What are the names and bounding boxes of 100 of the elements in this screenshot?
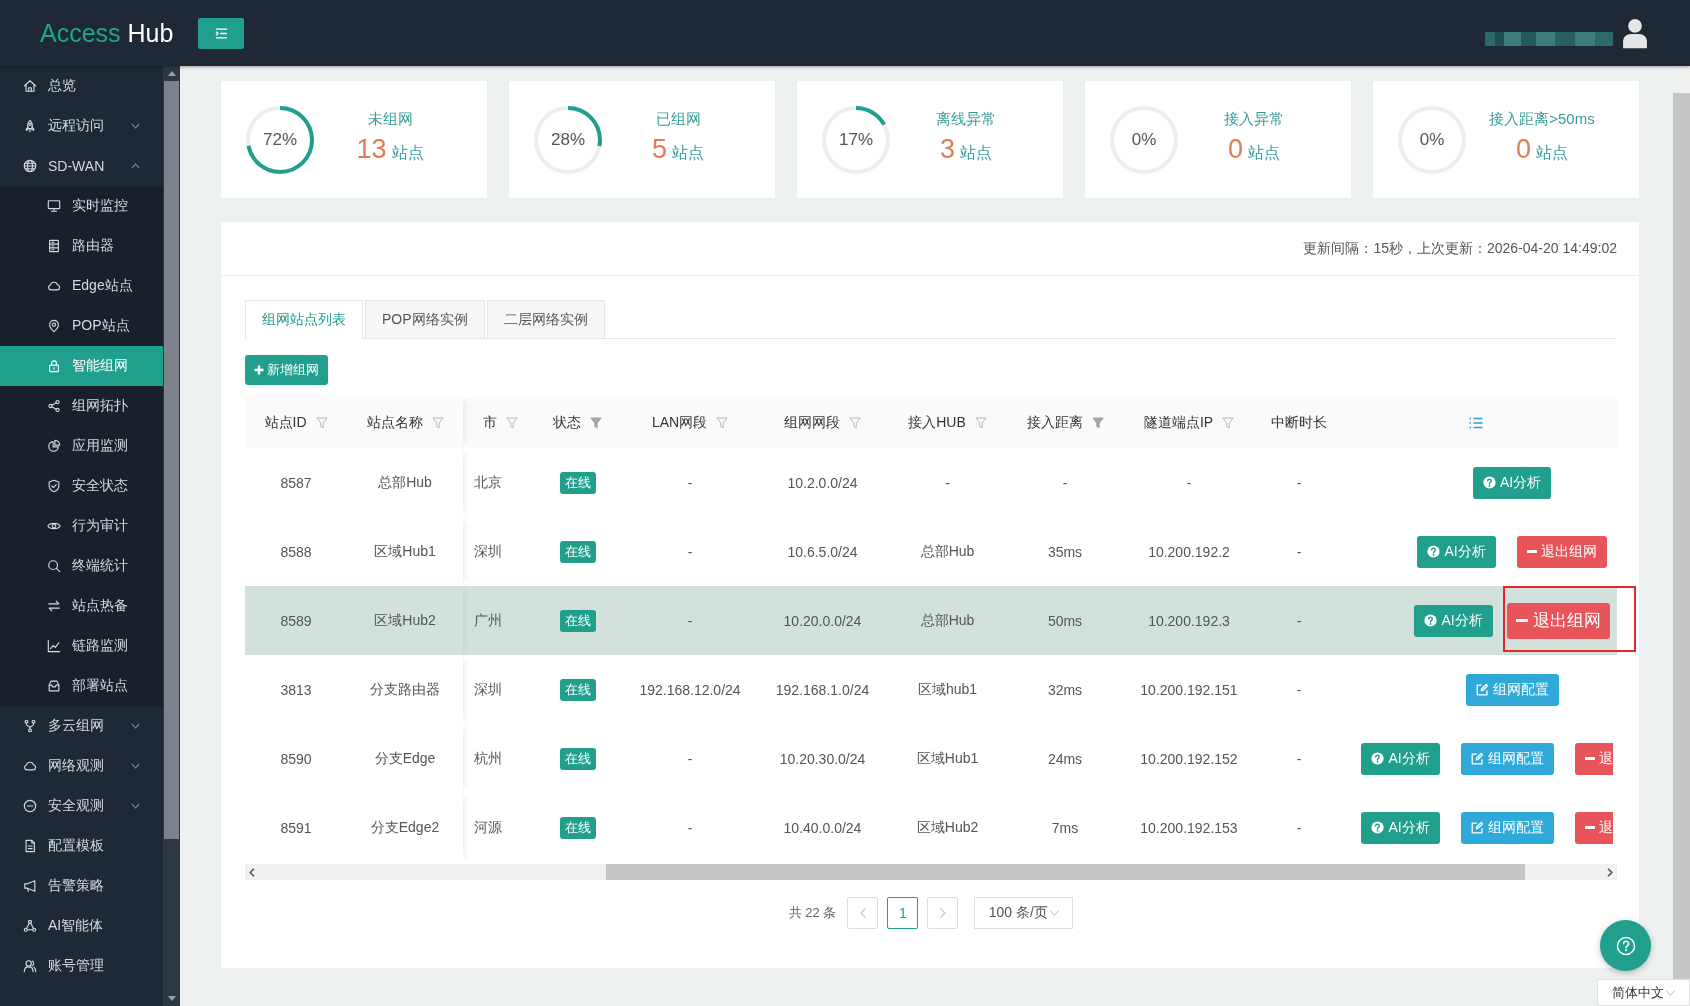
column-header: 组网网段 (784, 413, 840, 432)
list-icon[interactable] (1469, 416, 1483, 429)
stat-label: 接入距离>50ms (1489, 109, 1595, 129)
table-cell-text: 河源 (473, 817, 503, 837)
sidebar-item[interactable]: 远程访问 (0, 106, 163, 146)
globe-icon (23, 159, 37, 173)
chevron-down-icon[interactable] (131, 123, 140, 129)
sidebar-item[interactable]: 行为审计 (0, 506, 163, 546)
table-cell: 分支Edge2 (347, 793, 463, 862)
sidebar-item[interactable]: 组网拓扑 (0, 386, 163, 426)
column-header: 接入HUB (908, 413, 966, 432)
table-cell-text: 8588 (279, 542, 313, 562)
table-cell-text: 10.2.0.0/24 (786, 473, 859, 493)
chevron-down-icon[interactable] (131, 723, 140, 729)
help-button[interactable] (1600, 920, 1651, 971)
sidebar-item[interactable]: 安全观测 (0, 786, 163, 826)
sidebar-item[interactable]: 部署站点 (0, 666, 163, 706)
sidebar-scrollbar[interactable] (163, 66, 180, 1006)
caret-up-icon[interactable] (167, 71, 176, 76)
table-cell: 区域Hub1 (347, 517, 463, 586)
filter-icon[interactable] (590, 416, 602, 429)
help-circle-icon (1427, 545, 1441, 558)
table-cell-text: 总部Hub (919, 610, 976, 630)
stat-value: 13 (356, 133, 387, 165)
sidebar-item[interactable]: 账号管理 (0, 946, 163, 986)
tab[interactable]: 二层网络实例 (486, 300, 605, 338)
filter-icon[interactable] (315, 416, 328, 429)
filter-icon[interactable] (849, 416, 861, 429)
chevron-right-icon[interactable] (1607, 867, 1613, 877)
chevron-down-icon (1666, 989, 1675, 996)
sidebar-item[interactable]: 配置模板 (0, 826, 163, 866)
sidebar-item[interactable]: Edge站点 (0, 266, 163, 306)
sidebar-item[interactable]: 网络观测 (0, 746, 163, 786)
filter-icon[interactable] (716, 416, 729, 429)
share-icon (47, 399, 61, 413)
sidebar-item[interactable]: 总览 (0, 66, 163, 106)
map-pin-icon (47, 319, 61, 333)
caret-down-icon[interactable] (167, 996, 176, 1001)
leave-network-button[interactable]: 退 (1574, 742, 1613, 775)
sidebar-item[interactable]: 告警策略 (0, 866, 163, 906)
sidebar-item[interactable]: 实时监控 (0, 186, 163, 226)
stat-value: 3 (940, 133, 955, 165)
table-cell-text: 区域Hub2 (915, 817, 980, 837)
sidebar-item[interactable]: 站点热备 (0, 586, 163, 626)
sidebar-item[interactable]: AI智能体 (0, 906, 163, 946)
progress-ring (821, 104, 891, 175)
table-cell-text: 北京 (473, 472, 503, 492)
table-cell-text: - (686, 749, 694, 769)
nodes-icon (23, 919, 37, 933)
percent-label: 0% (1419, 129, 1445, 150)
column-header: 站点ID (264, 413, 307, 432)
table-cell-text: 3813 (279, 680, 313, 700)
sidebar-item[interactable]: SD-WAN (0, 146, 163, 186)
pie-chart-icon (47, 439, 61, 453)
chevron-down-icon[interactable] (131, 763, 140, 769)
minus-circle-icon (23, 799, 37, 813)
language-select[interactable]: 简体中文 (1597, 979, 1690, 1006)
edit-icon (1470, 752, 1484, 765)
chevron-down-icon[interactable] (131, 803, 140, 809)
sidebar-item[interactable]: 应用监测 (0, 426, 163, 466)
tab[interactable]: POP网络实例 (365, 300, 485, 338)
column-header: 中断时长 (1271, 413, 1327, 432)
sidebar-item[interactable]: 链路监测 (0, 626, 163, 666)
server-icon (47, 239, 61, 253)
sidebar-item[interactable]: 终端统计 (0, 546, 163, 586)
plus-icon (254, 365, 264, 375)
filter-icon[interactable] (1091, 416, 1104, 429)
filter-icon[interactable] (1222, 416, 1235, 429)
percent-label: 17% (839, 129, 873, 150)
table-cell-text: 8590 (279, 749, 313, 769)
stat-value: 0 (1228, 133, 1243, 165)
sidebar-item[interactable]: 多云组网 (0, 706, 163, 746)
help-circle-icon (1424, 614, 1438, 627)
menu-toggle-button[interactable] (198, 17, 245, 49)
sidebar-item[interactable]: 路由器 (0, 226, 163, 266)
chevron-left-icon[interactable] (249, 867, 255, 877)
sidebar-item[interactable]: 安全状态 (0, 466, 163, 506)
filter-icon[interactable] (431, 416, 444, 429)
table-cell-text: 24ms (1046, 749, 1084, 769)
home-icon (23, 79, 37, 93)
help-circle-icon (1371, 821, 1385, 834)
chevron-up-icon[interactable] (131, 163, 140, 169)
horizontal-scrollbar[interactable] (245, 864, 1617, 880)
status-tag: 在线 (559, 471, 596, 494)
table-cell: 总部Hub (347, 448, 463, 517)
filter-icon[interactable] (974, 416, 987, 429)
filter-icon[interactable] (506, 416, 518, 429)
table-cell-text: 10.6.5.0/24 (786, 542, 859, 562)
table-cell-text: - (1295, 473, 1303, 493)
leave-network-button[interactable]: 退出组网 (1506, 602, 1610, 639)
table-cell-text: 深圳 (473, 541, 503, 561)
table-cell: 区域Hub2 (347, 586, 463, 655)
user-avatar-icon[interactable] (1622, 17, 1648, 49)
leave-network-button[interactable]: 退 (1574, 811, 1613, 844)
leave-network-button[interactable]: 退出组网 (1516, 535, 1607, 568)
stat-unit: 站点 (1248, 142, 1280, 163)
sidebar-item[interactable]: POP站点 (0, 306, 163, 346)
table-cell-text: - (686, 611, 694, 631)
status-tag: 在线 (559, 540, 596, 563)
page-size-select[interactable]: 100 条/页 (974, 897, 1074, 929)
